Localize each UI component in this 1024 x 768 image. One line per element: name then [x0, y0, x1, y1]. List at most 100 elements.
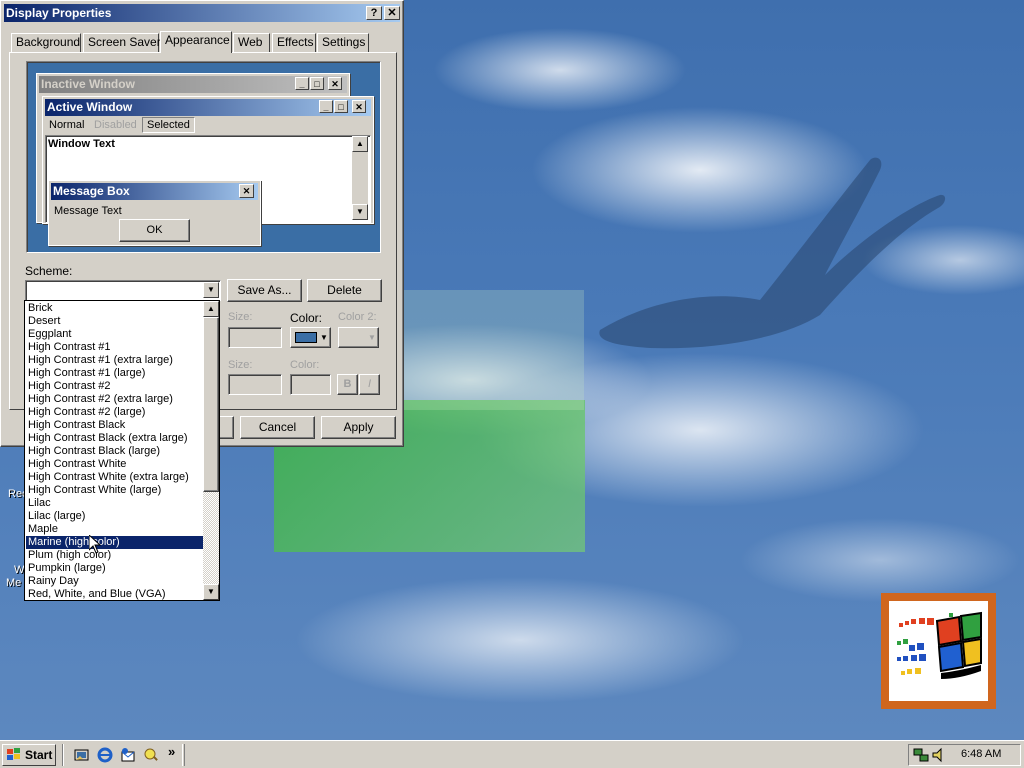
scheme-option[interactable]: High Contrast Black (large) — [26, 445, 204, 458]
preview-inactive-close-icon: ✕ — [328, 77, 342, 90]
preview-scroll-track — [352, 152, 368, 204]
scheme-preview[interactable]: Inactive Window _ □ ✕ Active Window _ □ … — [26, 61, 381, 253]
start-label: Start — [25, 748, 53, 762]
desktop-icon-label-media[interactable]: Me — [6, 577, 21, 589]
windows-media-icon[interactable] — [143, 747, 159, 763]
start-windows-icon — [7, 748, 20, 760]
dropdown-scroll-down-icon[interactable]: ▼ — [203, 584, 219, 600]
mouse-pointer-icon — [89, 535, 101, 554]
windows-logo — [881, 593, 996, 709]
scheme-option[interactable]: High Contrast White (extra large) — [26, 471, 204, 484]
font-color-label: Color: — [290, 359, 320, 371]
preview-active-close-icon: ✕ — [352, 100, 366, 113]
dropdown-scroll-thumb[interactable] — [203, 317, 219, 492]
preview-menu-disabled: Disabled — [94, 119, 137, 131]
quicklaunch-chevron-icon[interactable]: » — [168, 744, 175, 759]
size-label: Size: — [228, 311, 253, 323]
dialog-titlebar[interactable]: Display Properties ? ✕ — [4, 4, 400, 22]
preview-active-min-icon: _ — [319, 100, 333, 113]
outlook-express-icon[interactable] — [120, 747, 136, 763]
scheme-option[interactable]: High Contrast #1 — [26, 341, 204, 354]
taskbar-separator — [62, 744, 64, 766]
scheme-option[interactable]: Lilac — [26, 497, 204, 510]
bold-button[interactable]: B — [337, 374, 358, 395]
scheme-option[interactable]: Maple — [26, 523, 204, 536]
font-size-select[interactable] — [228, 374, 282, 395]
preview-inactive-min-icon: _ — [295, 77, 309, 90]
volume-icon[interactable] — [931, 747, 947, 763]
scheme-option[interactable]: High Contrast White (large) — [26, 484, 204, 497]
network-icon[interactable] — [913, 747, 929, 763]
scheme-option[interactable]: Eggplant — [26, 328, 204, 341]
cancel-button[interactable]: Cancel — [240, 416, 315, 439]
preview-msgbox-text: Message Text — [54, 205, 122, 217]
taskbar-grip[interactable] — [182, 744, 185, 766]
scheme-option[interactable]: Pumpkin (large) — [26, 562, 204, 575]
tab-web[interactable]: Web — [233, 33, 270, 52]
scheme-option[interactable]: High Contrast #2 — [26, 380, 204, 393]
preview-msgbox-title: Message Box — [51, 183, 258, 200]
scheme-label: Scheme: — [25, 264, 73, 278]
dropdown-scrollbar[interactable]: ▲ ▼ — [203, 301, 219, 600]
system-tray: 6:48 AM — [908, 744, 1021, 766]
apply-button[interactable]: Apply — [321, 416, 396, 439]
help-button[interactable]: ? — [366, 6, 382, 20]
delete-button[interactable]: Delete — [307, 279, 382, 302]
preview-menu-normal: Normal — [49, 119, 85, 131]
preview-ok-button: OK — [119, 219, 190, 242]
color2-dropdown-arrow-icon: ▼ — [368, 333, 376, 342]
preview-message-box: Message Box ✕ Message Text OK — [48, 180, 261, 246]
dropdown-scroll-up-icon[interactable]: ▲ — [203, 301, 219, 317]
close-button[interactable]: ✕ — [384, 6, 400, 20]
scheme-option[interactable]: High Contrast #2 (large) — [26, 406, 204, 419]
scheme-option[interactable]: High Contrast Black — [26, 419, 204, 432]
show-desktop-icon[interactable] — [74, 747, 90, 763]
windows-flag-icon — [897, 611, 982, 679]
save-as-button[interactable]: Save As... — [227, 279, 302, 302]
scheme-option[interactable]: Red, White, and Blue (VGA) — [26, 588, 204, 600]
tab-appearance[interactable]: Appearance — [160, 31, 232, 53]
scheme-option[interactable]: Plum (high color) — [26, 549, 204, 562]
color-swatch — [295, 332, 317, 343]
clock[interactable]: 6:48 AM — [961, 748, 1001, 760]
preview-scroll-down-icon: ▼ — [352, 204, 368, 220]
internet-explorer-icon[interactable] — [97, 747, 113, 763]
scheme-option[interactable]: High Contrast #1 (extra large) — [26, 354, 204, 367]
preview-active-max-icon: □ — [334, 100, 348, 113]
preview-inactive-max-icon: □ — [310, 77, 324, 90]
font-color-select[interactable] — [290, 374, 331, 395]
scheme-dropdown-arrow-icon[interactable]: ▼ — [203, 282, 219, 298]
size-spinner[interactable] — [228, 327, 282, 348]
start-button[interactable]: Start — [2, 744, 56, 766]
scheme-option[interactable]: Marine (high color) — [26, 536, 204, 549]
scheme-option[interactable]: Rainy Day — [26, 575, 204, 588]
tab-effects[interactable]: Effects — [272, 33, 316, 52]
scheme-option[interactable]: High Contrast #2 (extra large) — [26, 393, 204, 406]
scheme-option[interactable]: High Contrast White — [26, 458, 204, 471]
color2-label: Color 2: — [338, 311, 377, 323]
color-picker-button[interactable]: ▼ — [290, 327, 331, 348]
preview-window-text: Window Text — [48, 138, 115, 150]
scheme-option[interactable]: Desert — [26, 315, 204, 328]
color-label: Color: — [290, 311, 323, 325]
color2-picker-button[interactable]: ▼ — [338, 327, 379, 348]
desktop-icon-label-web[interactable]: W — [14, 564, 24, 576]
scheme-option[interactable]: High Contrast #1 (large) — [26, 367, 204, 380]
preview-menu-selected: Selected — [142, 117, 195, 133]
scheme-option[interactable]: Brick — [26, 302, 204, 315]
scheme-select[interactable]: ▼ — [25, 280, 221, 301]
color-dropdown-arrow-icon: ▼ — [320, 333, 328, 342]
dialog-title: Display Properties — [6, 6, 112, 20]
tab-screen-saver[interactable]: Screen Saver — [83, 33, 161, 52]
scheme-dropdown-list[interactable]: Brick Desert Eggplant High Contrast #1 High … — [24, 300, 220, 601]
preview-scroll-up-icon: ▲ — [352, 136, 368, 152]
tab-settings[interactable]: Settings — [317, 33, 369, 52]
italic-button[interactable]: I — [359, 374, 380, 395]
tab-background[interactable]: Background — [11, 33, 81, 52]
wallpaper-diver-silhouette — [599, 157, 946, 349]
taskbar: Start » 6:48 AM — [0, 740, 1024, 768]
scheme-option[interactable]: High Contrast Black (extra large) — [26, 432, 204, 445]
font-size-label: Size: — [228, 359, 253, 371]
scheme-option[interactable]: Lilac (large) — [26, 510, 204, 523]
preview-msgbox-close-icon: ✕ — [239, 184, 254, 198]
